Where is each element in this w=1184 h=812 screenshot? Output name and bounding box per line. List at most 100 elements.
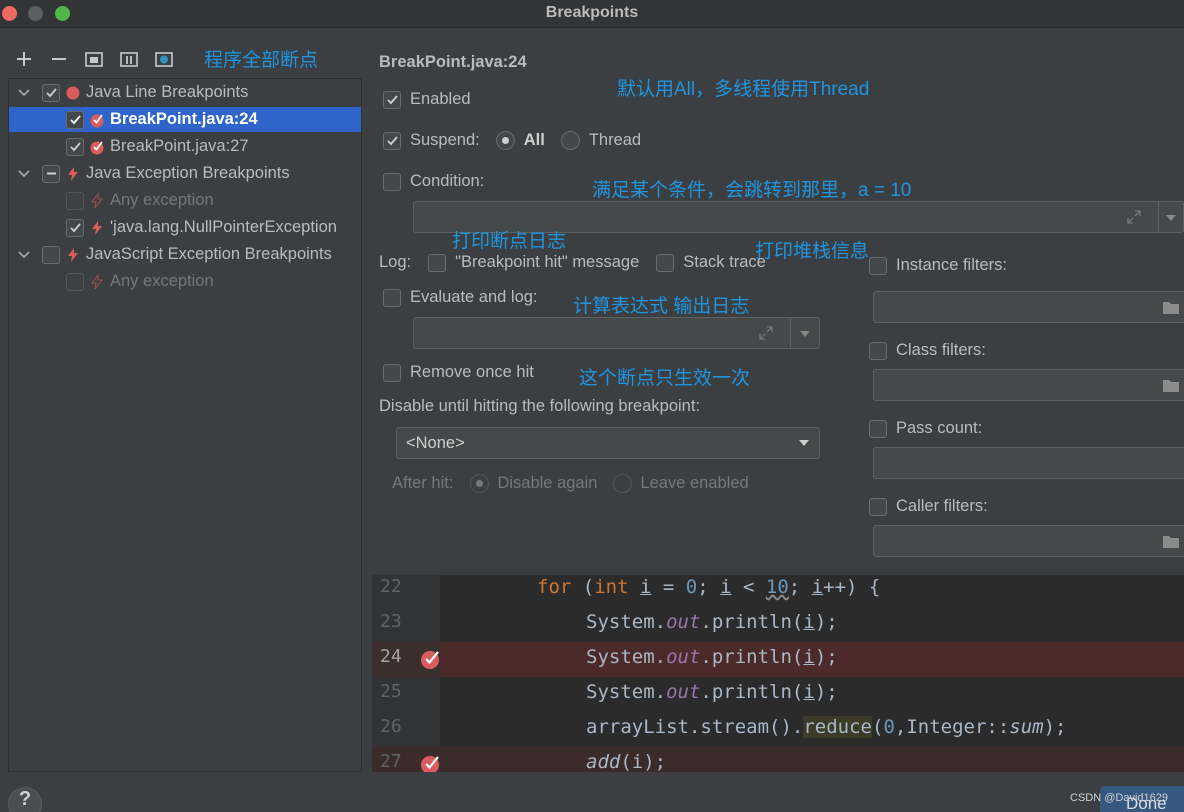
breakpoint-icon[interactable] bbox=[420, 753, 442, 772]
instance-filters-input[interactable] bbox=[873, 291, 1184, 323]
code-line: 23 System.out.println(i); bbox=[380, 611, 838, 633]
caller-filters-label: Caller filters: bbox=[896, 497, 988, 515]
tree-item-breakpoint-27[interactable]: BreakPoint.java:27 bbox=[9, 134, 361, 159]
expand-icon[interactable] bbox=[758, 325, 774, 341]
instance-filters-option[interactable]: Instance filters: bbox=[869, 256, 1007, 275]
chevron-down-icon[interactable] bbox=[17, 248, 31, 262]
chevron-down-icon[interactable] bbox=[800, 331, 810, 337]
remove-once-option[interactable]: Remove once hit bbox=[383, 363, 534, 382]
remove-annotation: 这个断点只生效一次 bbox=[579, 368, 751, 389]
disable-until-value: <None> bbox=[406, 434, 465, 452]
remove-icon[interactable] bbox=[48, 48, 70, 70]
line-number: 23 bbox=[380, 611, 402, 632]
log-label: Log: bbox=[379, 253, 412, 271]
tree-item-java-exception-breakpoints[interactable]: Java Exception Breakpoints bbox=[9, 161, 361, 186]
log-message-checkbox[interactable] bbox=[428, 253, 447, 272]
enabled-option[interactable]: Enabled bbox=[383, 90, 471, 109]
caller-filters-input[interactable] bbox=[873, 525, 1184, 557]
disable-until-select[interactable]: <None> bbox=[396, 427, 820, 459]
leave-enabled-radio[interactable] bbox=[613, 474, 633, 493]
pass-count-option[interactable]: Pass count: bbox=[869, 419, 982, 438]
chevron-down-icon[interactable] bbox=[17, 167, 31, 181]
tree-item-label: BreakPoint.java:27 bbox=[110, 137, 249, 155]
stack-annotation: 打印堆栈信息 bbox=[755, 241, 870, 262]
condition-annotation: 满足某个条件，会跳转到那里，a = 10 bbox=[592, 180, 912, 201]
code-preview[interactable]: 22 for (int i = 0; i < 10; i++) { 23 Sys… bbox=[372, 575, 1184, 772]
breakpoint-title: BreakPoint.java:24 bbox=[379, 53, 527, 71]
code-line: 25 System.out.println(i); bbox=[380, 681, 838, 703]
folder-icon[interactable] bbox=[1162, 300, 1180, 315]
breakpoint-icon bbox=[90, 113, 104, 127]
lightning-icon bbox=[91, 192, 104, 208]
condition-checkbox[interactable] bbox=[383, 172, 401, 191]
toolbar-annotation: 程序全部断点 bbox=[204, 50, 319, 71]
class-filters-checkbox[interactable] bbox=[869, 341, 887, 360]
tree-item-label: Any exception bbox=[110, 191, 214, 209]
condition-option[interactable]: Condition: bbox=[383, 172, 484, 191]
tree-item-checkbox[interactable] bbox=[66, 110, 84, 129]
chevron-down-icon[interactable] bbox=[799, 440, 809, 446]
evaluate-option[interactable]: Evaluate and log: bbox=[383, 288, 538, 307]
breakpoint-icon[interactable] bbox=[420, 648, 442, 670]
evaluate-label: Evaluate and log: bbox=[410, 288, 538, 306]
enabled-checkbox[interactable] bbox=[383, 90, 401, 109]
tree-item-label: 'java.lang.NullPointerException bbox=[110, 218, 337, 236]
log-annotation: 打印断点日志 bbox=[452, 231, 567, 252]
tree-item-checkbox[interactable] bbox=[66, 137, 84, 156]
line-number: 27 bbox=[380, 751, 402, 772]
class-filters-input[interactable] bbox=[873, 369, 1184, 401]
code-line-breakpoint: 27 add(i); bbox=[372, 747, 1184, 772]
help-button[interactable]: ? bbox=[8, 787, 42, 812]
suspend-checkbox[interactable] bbox=[383, 131, 401, 150]
suspend-thread-radio[interactable] bbox=[560, 131, 580, 150]
chevron-down-icon[interactable] bbox=[17, 86, 31, 100]
evaluate-checkbox[interactable] bbox=[383, 288, 401, 307]
tree-item-null-pointer-exception[interactable]: 'java.lang.NullPointerException bbox=[9, 215, 361, 240]
stack-trace-label: Stack trace bbox=[683, 253, 766, 271]
folder-icon[interactable] bbox=[1162, 378, 1180, 393]
tree-item-java-line-breakpoints[interactable]: Java Line Breakpoints bbox=[9, 80, 361, 105]
suspend-annotation: 默认用All，多线程使用Thread bbox=[617, 79, 870, 100]
log-message-label: "Breakpoint hit" message bbox=[455, 253, 640, 271]
pass-count-checkbox[interactable] bbox=[869, 419, 887, 438]
leave-enabled-label: Leave enabled bbox=[640, 474, 749, 492]
tree-item-checkbox[interactable] bbox=[66, 272, 84, 291]
tree-item-checkbox[interactable] bbox=[42, 245, 60, 264]
tree-item-label: Java Line Breakpoints bbox=[86, 83, 249, 101]
caller-filters-checkbox[interactable] bbox=[869, 497, 887, 516]
disable-again-label: Disable again bbox=[497, 474, 598, 492]
group-by-class-icon[interactable] bbox=[118, 48, 140, 70]
instance-filters-checkbox[interactable] bbox=[869, 256, 887, 275]
group-by-package-icon[interactable] bbox=[83, 48, 105, 70]
tree-item-checkbox[interactable] bbox=[42, 164, 60, 183]
tree-item-any-exception-js[interactable]: Any exception bbox=[9, 269, 361, 294]
tree-item-checkbox[interactable] bbox=[42, 83, 60, 102]
tree-item-any-exception[interactable]: Any exception bbox=[9, 188, 361, 213]
breakpoint-tree[interactable]: Java Line Breakpoints BreakPoint.java:24… bbox=[8, 78, 362, 772]
suspend-all-radio[interactable] bbox=[495, 131, 515, 150]
evaluate-input[interactable] bbox=[413, 317, 820, 349]
caller-filters-option[interactable]: Caller filters: bbox=[869, 497, 988, 516]
line-number: 26 bbox=[380, 716, 402, 737]
folder-icon[interactable] bbox=[1162, 534, 1180, 549]
stack-trace-checkbox[interactable] bbox=[656, 253, 675, 272]
tree-item-label: BreakPoint.java:24 bbox=[110, 110, 258, 128]
title-bar: Breakpoints bbox=[0, 0, 1184, 28]
class-filters-option[interactable]: Class filters: bbox=[869, 341, 986, 360]
chevron-down-icon[interactable] bbox=[1166, 215, 1176, 221]
pass-count-input[interactable] bbox=[873, 447, 1184, 479]
lightning-icon bbox=[68, 247, 78, 262]
remove-once-checkbox[interactable] bbox=[383, 363, 401, 382]
add-icon[interactable] bbox=[13, 48, 35, 70]
disable-again-radio[interactable] bbox=[470, 474, 490, 493]
code-line: 22 for (int i = 0; i < 10; i++) { bbox=[380, 576, 881, 598]
log-options: Log: "Breakpoint hit" message Stack trac… bbox=[379, 253, 766, 272]
group-by-file-icon[interactable] bbox=[153, 48, 175, 70]
tree-item-checkbox[interactable] bbox=[66, 191, 84, 210]
tree-item-breakpoint-24[interactable]: BreakPoint.java:24 bbox=[9, 107, 361, 132]
suspend-thread-label: Thread bbox=[588, 131, 642, 149]
tree-item-checkbox[interactable] bbox=[66, 218, 84, 237]
suspend-option[interactable]: Suspend: All Thread bbox=[383, 131, 641, 150]
tree-item-javascript-exception-breakpoints[interactable]: JavaScript Exception Breakpoints bbox=[9, 242, 361, 267]
expand-icon[interactable] bbox=[1126, 209, 1142, 225]
